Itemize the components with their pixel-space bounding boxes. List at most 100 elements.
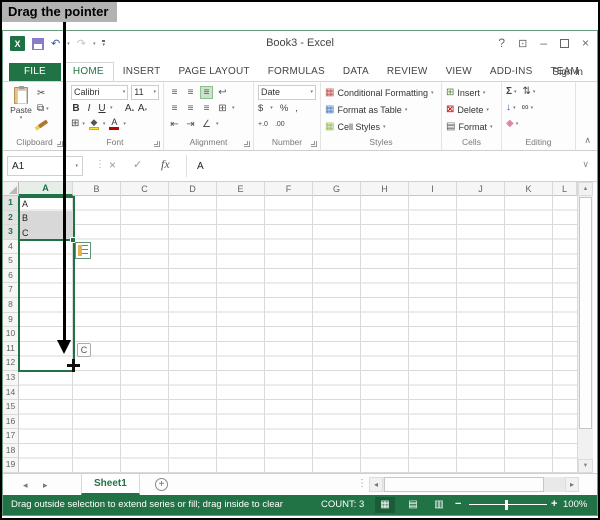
ribbon-tab[interactable]: FORMULAS xyxy=(259,63,334,81)
grow-font-button[interactable]: A▴ xyxy=(125,103,135,114)
page-break-view-icon[interactable]: ▥ xyxy=(429,497,449,513)
row-header[interactable]: 13 xyxy=(3,371,19,386)
center-button[interactable]: ≡ xyxy=(184,103,197,114)
middle-align-button[interactable]: ≡ xyxy=(184,87,197,98)
status-count[interactable]: COUNT: 3 xyxy=(321,499,364,510)
top-align-button[interactable]: ≡ xyxy=(168,87,181,98)
column-header[interactable]: H xyxy=(361,182,409,196)
select-all-corner[interactable] xyxy=(3,182,19,196)
auto-fill-options-icon[interactable] xyxy=(75,242,91,259)
column-header[interactable]: G xyxy=(313,182,361,196)
row-header[interactable]: 16 xyxy=(3,415,19,430)
row-header[interactable]: 3 xyxy=(3,225,19,240)
grid-column[interactable] xyxy=(169,196,217,473)
fill-color-dropdown-icon[interactable]: ▾ xyxy=(103,121,106,127)
vertical-scrollbar-thumb[interactable] xyxy=(579,197,592,429)
name-box[interactable]: A1▾ xyxy=(7,156,83,176)
orientation-button[interactable]: ∠ xyxy=(200,119,213,130)
merge-dropdown-icon[interactable]: ▾ xyxy=(232,105,235,111)
underline-dropdown-icon[interactable]: ▾ xyxy=(110,105,113,111)
tab-scrollbar-divider-icon[interactable]: ⋮ xyxy=(357,478,367,489)
accounting-dropdown-icon[interactable]: ▾ xyxy=(270,105,273,111)
sort-filter-button[interactable]: ⇅▾ xyxy=(523,86,536,98)
zoom-slider-track[interactable] xyxy=(469,504,547,505)
normal-view-icon[interactable]: ▦ xyxy=(375,497,395,513)
merge-center-button[interactable]: ⊞ xyxy=(216,103,229,114)
grid-column[interactable] xyxy=(121,196,169,473)
row-header[interactable]: 9 xyxy=(3,313,19,328)
column-header[interactable]: D xyxy=(169,182,217,196)
align-right-button[interactable]: ≡ xyxy=(200,103,213,114)
delete-cells-button[interactable]: ⊠ Delete ▾ xyxy=(444,101,499,118)
column-header[interactable]: F xyxy=(265,182,313,196)
zoom-in-icon[interactable]: + xyxy=(551,498,557,510)
comma-style-button[interactable]: , xyxy=(295,103,298,114)
close-icon[interactable]: × xyxy=(582,36,589,50)
borders-dropdown-icon[interactable]: ▾ xyxy=(82,121,85,127)
row-header[interactable]: 7 xyxy=(3,283,19,298)
maximize-icon[interactable] xyxy=(560,39,569,48)
number-dialog-launcher-icon[interactable] xyxy=(311,141,317,147)
font-size-select[interactable]: 11▾ xyxy=(131,85,159,100)
fill-color-button[interactable]: ◆ xyxy=(88,118,100,130)
cell-a2[interactable]: B xyxy=(22,211,28,225)
scroll-down-icon[interactable]: ▼ xyxy=(578,459,593,473)
autosum-button[interactable]: Σ▾ xyxy=(506,86,517,98)
format-as-table-button[interactable]: ▦ Format as Table ▾ xyxy=(323,101,439,118)
help-icon[interactable]: ? xyxy=(498,36,505,50)
zoom-level[interactable]: 100% xyxy=(563,499,587,510)
bold-button[interactable]: B xyxy=(71,103,81,114)
ribbon-tab[interactable]: ADD-INS xyxy=(481,63,542,81)
save-icon[interactable] xyxy=(32,38,44,50)
borders-button[interactable]: ⊞ xyxy=(71,118,79,130)
copy-dropdown-icon[interactable]: ▾ xyxy=(46,106,49,112)
ribbon-tab[interactable]: INSERT xyxy=(114,63,170,81)
accounting-format-button[interactable]: $ xyxy=(258,103,263,114)
row-header[interactable]: 14 xyxy=(3,386,19,401)
row-header[interactable]: 2 xyxy=(3,211,19,226)
minimize-icon[interactable]: – xyxy=(540,36,547,50)
scroll-up-icon[interactable]: ▲ xyxy=(578,182,593,196)
decrease-decimal-button[interactable]: .00 xyxy=(275,121,285,128)
ribbon-tab[interactable]: HOME xyxy=(63,62,114,81)
alignment-dialog-launcher-icon[interactable] xyxy=(244,141,250,147)
decrease-indent-button[interactable]: ⇤ xyxy=(168,119,181,130)
grid-column[interactable] xyxy=(457,196,505,473)
grid-column[interactable] xyxy=(409,196,457,473)
next-sheet-icon[interactable]: ▸ xyxy=(43,480,48,491)
expand-formula-bar-icon[interactable]: ∨ xyxy=(582,159,589,170)
ribbon-tab[interactable]: DATA xyxy=(334,63,378,81)
row-header[interactable]: 17 xyxy=(3,429,19,444)
column-header[interactable]: J xyxy=(457,182,505,196)
vertical-scrollbar[interactable]: ▲ ▼ xyxy=(577,182,593,473)
row-header[interactable]: 11 xyxy=(3,342,19,357)
ribbon-display-options-icon[interactable]: ⊡ xyxy=(518,37,527,50)
row-header[interactable]: 5 xyxy=(3,254,19,269)
cut-icon[interactable]: ✂ xyxy=(37,88,45,100)
collapse-ribbon-icon[interactable]: ∧ xyxy=(584,135,591,146)
increase-indent-button[interactable]: ⇥ xyxy=(184,119,197,130)
grid-column[interactable] xyxy=(217,196,265,473)
ribbon-tab[interactable]: PAGE LAYOUT xyxy=(169,63,258,81)
copy-icon[interactable]: ⧉ xyxy=(37,103,44,115)
excel-app-icon[interactable]: X xyxy=(10,36,25,51)
shrink-font-button[interactable]: A▾ xyxy=(138,103,148,114)
italic-button[interactable]: I xyxy=(84,103,94,114)
grid-column[interactable] xyxy=(553,196,577,473)
underline-button[interactable]: U xyxy=(97,103,107,114)
grid-column[interactable] xyxy=(313,196,361,473)
zoom-out-icon[interactable]: − xyxy=(455,498,461,510)
row-header[interactable]: 12 xyxy=(3,356,19,371)
row-header[interactable]: 6 xyxy=(3,269,19,284)
grid-column[interactable] xyxy=(505,196,553,473)
cell-styles-button[interactable]: ▦ Cell Styles ▾ xyxy=(323,118,439,135)
row-header[interactable]: 8 xyxy=(3,298,19,313)
find-select-button[interactable]: ∞▾ xyxy=(522,102,534,114)
font-dialog-launcher-icon[interactable] xyxy=(154,141,160,147)
cancel-entry-icon[interactable]: × xyxy=(109,158,116,172)
grid-column[interactable] xyxy=(361,196,409,473)
undo-icon[interactable]: ↶ xyxy=(51,38,60,50)
zoom-slider-thumb[interactable] xyxy=(505,500,508,510)
prev-sheet-icon[interactable]: ◂ xyxy=(23,480,28,491)
font-color-dropdown-icon[interactable]: ▾ xyxy=(123,121,126,127)
